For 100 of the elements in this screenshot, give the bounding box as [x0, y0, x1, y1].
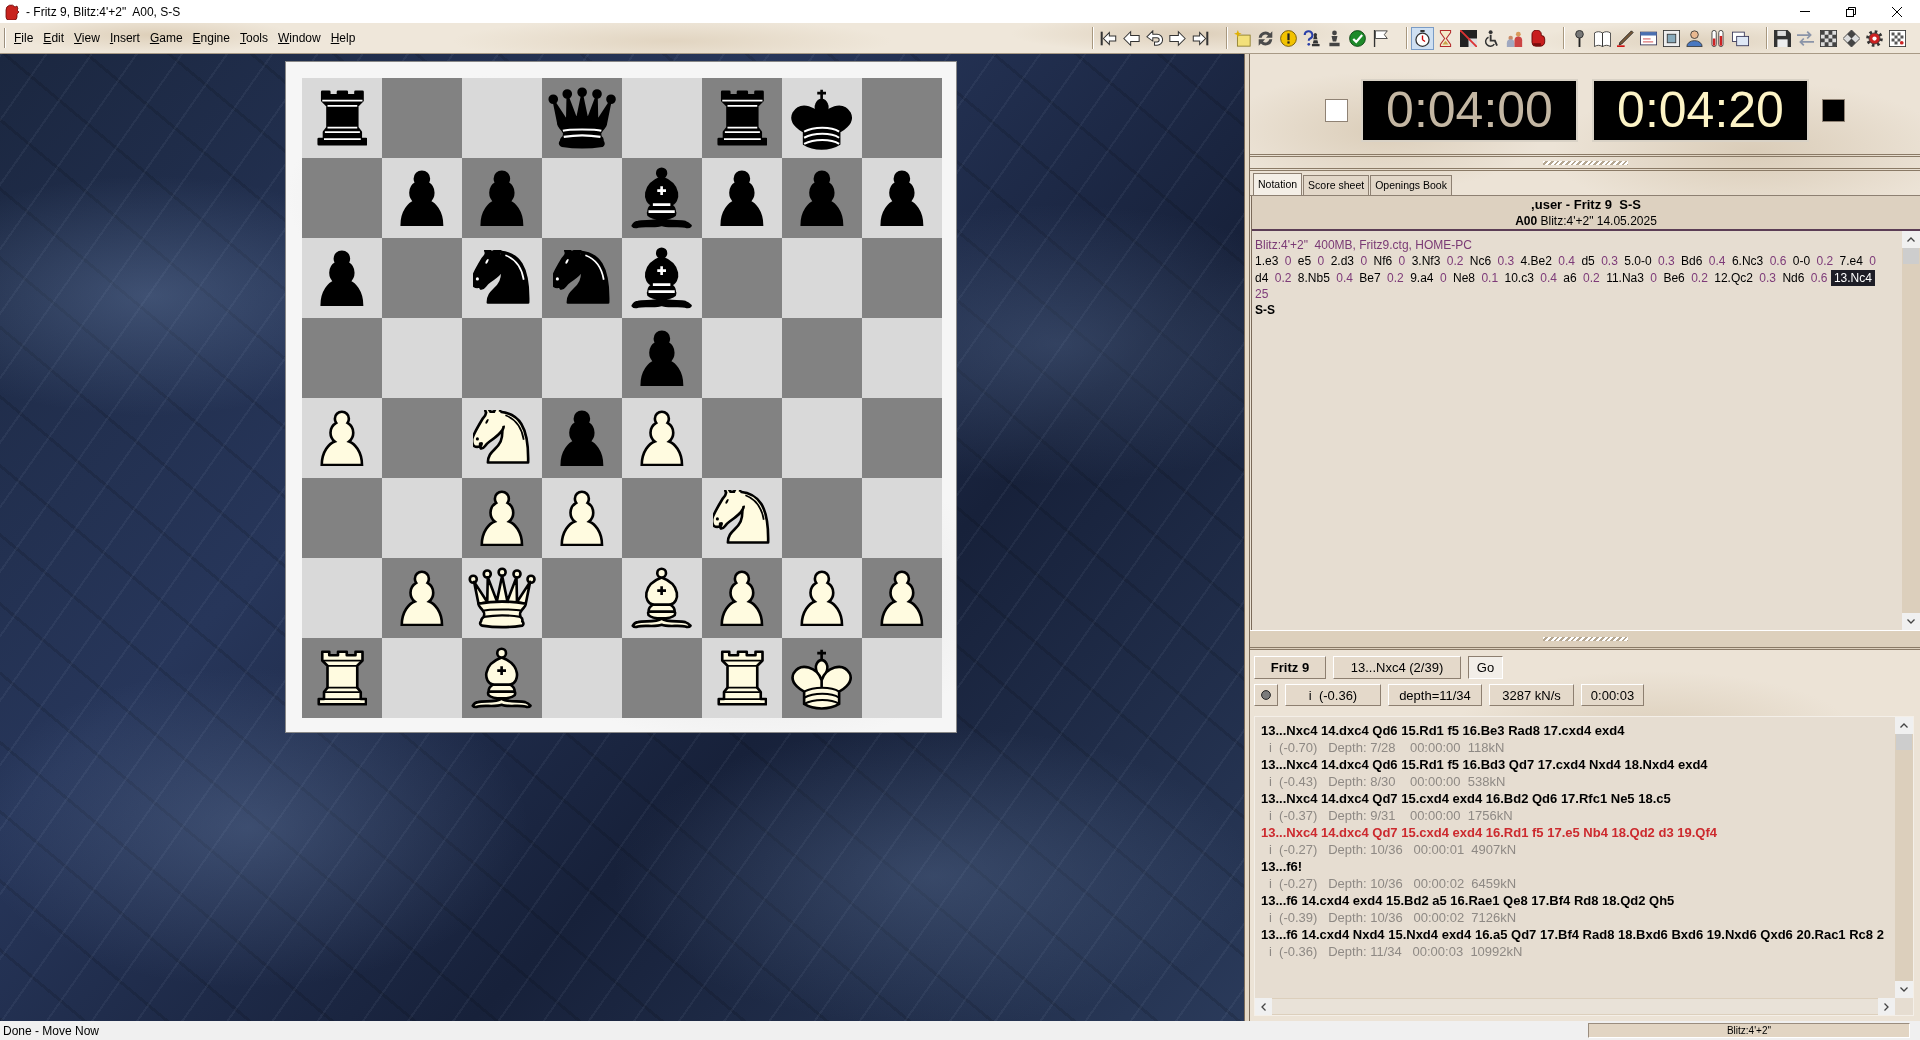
- pawn-icon[interactable]: [800, 569, 844, 627]
- wheelchair-icon[interactable]: [1483, 29, 1500, 47]
- restore-icon[interactable]: [1846, 6, 1856, 17]
- skip-to-end-icon[interactable]: [1192, 29, 1209, 47]
- move-link[interactable]: 0-0: [1792, 253, 1811, 270]
- move-link[interactable]: Nf6: [1373, 253, 1393, 270]
- pen-icon[interactable]: [1617, 29, 1634, 47]
- board-square[interactable]: [302, 78, 382, 158]
- scrollbar-thumb[interactable]: [1896, 734, 1912, 750]
- pawn-icon[interactable]: [480, 489, 524, 547]
- board-square[interactable]: [462, 238, 542, 318]
- scrollbar-thumb[interactable]: [1903, 248, 1919, 264]
- knight-icon[interactable]: [473, 410, 531, 466]
- board-square[interactable]: [702, 638, 782, 718]
- menu-item[interactable]: Edit: [38, 29, 70, 47]
- pawn-icon[interactable]: [320, 249, 364, 307]
- left-arrow-icon[interactable]: [1123, 29, 1140, 47]
- variation-line[interactable]: 13...f6!: [1261, 858, 1895, 875]
- windows-icon[interactable]: [1732, 29, 1749, 47]
- panel-icon[interactable]: [1663, 29, 1680, 47]
- variation-line[interactable]: 13...f6 14.cxd4 exd4 15.Bd2 a5 16.Rae1 Qe8 17.Bf4 Rd8 18.Qd2 Qh5: [1261, 892, 1895, 909]
- menu-item[interactable]: File: [9, 29, 39, 47]
- board-square[interactable]: [782, 78, 862, 158]
- tab[interactable]: Score sheet: [1303, 175, 1370, 195]
- board-square[interactable]: [622, 398, 702, 478]
- engine-toggle-button[interactable]: [1254, 684, 1278, 706]
- variation-line[interactable]: 13...Nxc4 14.dxc4 Qd6 15.Rd1 f5 16.Be3 Rad8 17.cxd4 exd4: [1261, 722, 1895, 739]
- board-square[interactable]: [702, 158, 782, 238]
- pawn-icon[interactable]: [400, 569, 444, 627]
- queen-icon[interactable]: [467, 567, 537, 629]
- board-square[interactable]: [782, 638, 862, 718]
- scroll-left-button[interactable]: [1255, 998, 1272, 1015]
- go-button[interactable]: Go: [1468, 656, 1503, 679]
- move-link[interactable]: Nc6: [1469, 253, 1492, 270]
- pawn-icon[interactable]: [880, 569, 924, 627]
- chessboard-icon[interactable]: [1820, 29, 1837, 47]
- board-square[interactable]: [302, 238, 382, 318]
- move-link[interactable]: Bd6: [1681, 253, 1703, 270]
- knight-icon[interactable]: [553, 250, 611, 306]
- board-square[interactable]: [462, 478, 542, 558]
- board-square[interactable]: [862, 558, 942, 638]
- move-link[interactable]: 13.Nc4: [1830, 269, 1875, 286]
- glove-icon[interactable]: [4, 3, 20, 20]
- board-square[interactable]: [462, 558, 542, 638]
- book-icon[interactable]: [1594, 29, 1611, 47]
- knight-icon[interactable]: [713, 490, 771, 546]
- move-link[interactable]: 6.Nc3: [1731, 253, 1764, 270]
- rook-icon[interactable]: [316, 90, 368, 146]
- board-square[interactable]: [622, 158, 702, 238]
- board-square[interactable]: [462, 398, 542, 478]
- move-link[interactable]: Ne8: [1453, 269, 1475, 286]
- scrollbar-track[interactable]: [1895, 717, 1913, 998]
- scroll-right-button[interactable]: [1878, 998, 1895, 1015]
- flag-icon[interactable]: [1372, 29, 1389, 47]
- cycle-arrows-icon[interactable]: [1257, 29, 1274, 47]
- checkered-diamond-icon[interactable]: [1843, 29, 1860, 47]
- menu-item[interactable]: Insert: [104, 29, 145, 47]
- variation-line[interactable]: 13...Nxc4 14.dxc4 Qd7 15.cxd4 exd4 16.Rd1 f5 17.e5 Nb4 18.Qd2 d3 19.Qf4: [1261, 824, 1895, 841]
- board-square[interactable]: [702, 478, 782, 558]
- scrollbar-thumb[interactable]: [1272, 999, 1878, 1014]
- variation-line[interactable]: 13...f6 14.cxd4 Nxd4 15.Nxd4 exd4 16.a5 Qd7 17.Bf4 Rad8 18.Bxd6 Bxd6 19.Nxd6 Qxd6 20.Rac1 Rc8 2: [1261, 926, 1895, 943]
- queen-icon[interactable]: [547, 87, 617, 149]
- move-link[interactable]: 1.e3: [1255, 253, 1279, 270]
- move-link[interactable]: 2.d3: [1330, 253, 1354, 270]
- stopwatch-icon[interactable]: [1411, 26, 1434, 50]
- card-icon[interactable]: [1640, 29, 1657, 47]
- new-document-icon[interactable]: [1234, 29, 1251, 47]
- menu-item[interactable]: Help: [325, 29, 361, 47]
- board-square[interactable]: [702, 558, 782, 638]
- move-link[interactable]: 7.e4: [1839, 253, 1863, 270]
- right-arrow-icon[interactable]: [1169, 29, 1186, 47]
- board-square[interactable]: [622, 238, 702, 318]
- framed-board-icon[interactable]: [1889, 29, 1906, 47]
- move-link[interactable]: 5.0-0: [1624, 253, 1652, 270]
- board-square[interactable]: [302, 638, 382, 718]
- question-mark-icon[interactable]: [1303, 29, 1320, 47]
- pawn-icon[interactable]: [400, 169, 444, 227]
- move-link[interactable]: 10.c3: [1504, 269, 1534, 286]
- bishop-icon[interactable]: [631, 247, 693, 309]
- board-square[interactable]: [302, 398, 382, 478]
- move-link[interactable]: 3.Nf3: [1411, 253, 1441, 270]
- check-circle-icon[interactable]: [1349, 29, 1366, 47]
- move-link[interactable]: 9.a4: [1410, 269, 1434, 286]
- scrollbar-track[interactable]: [1255, 998, 1895, 1015]
- rook-icon[interactable]: [316, 650, 368, 706]
- variation-line[interactable]: 13...Nxc4 14.dxc4 Qd6 15.Rd1 f5 16.Bd3 Qd7 17.cxd4 Nxd4 18.Nxd4 exd4: [1261, 756, 1895, 773]
- splitter-handle[interactable]: [1542, 637, 1628, 641]
- menu-item[interactable]: Tools: [235, 29, 273, 47]
- pawn-icon[interactable]: [560, 489, 604, 547]
- move-link[interactable]: a6: [1563, 269, 1577, 286]
- move-link[interactable]: Be6: [1663, 269, 1685, 286]
- person-icon[interactable]: [1686, 29, 1703, 47]
- tab[interactable]: Notation: [1253, 173, 1303, 195]
- board-square[interactable]: [862, 158, 942, 238]
- knight-icon[interactable]: [473, 250, 531, 306]
- hourglass-icon[interactable]: [1437, 29, 1454, 47]
- gear-icon[interactable]: [1866, 29, 1883, 47]
- menu-item[interactable]: Game: [144, 29, 188, 47]
- board-square[interactable]: [462, 638, 542, 718]
- crossed-square-icon[interactable]: [1460, 29, 1477, 47]
